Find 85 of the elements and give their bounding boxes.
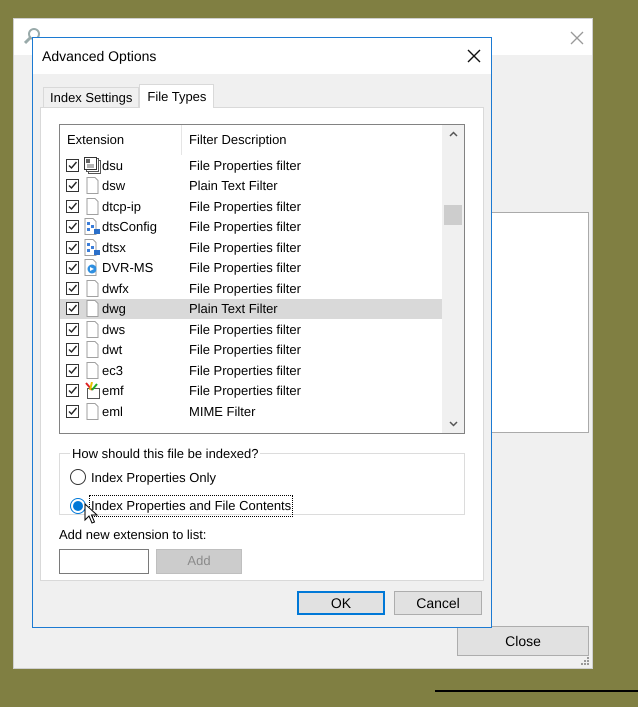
table-row[interactable]: dtsx File Properties filter	[60, 237, 442, 258]
tab[interactable]: File Types	[139, 84, 214, 108]
table-cell-text: File Properties filter	[188, 382, 301, 400]
table-cell-text: File Properties filter	[188, 362, 301, 380]
config-file-icon	[84, 218, 101, 236]
config-file-icon	[84, 238, 101, 256]
dialog-button[interactable]: Cancel	[394, 591, 482, 615]
table-cell-text: dsw	[102, 177, 126, 195]
dialog-button[interactable]: OK	[297, 591, 385, 615]
table-cell-text: dwt	[102, 341, 122, 359]
extension-field[interactable]	[59, 548, 149, 574]
checkbox[interactable]	[66, 220, 79, 234]
stacked-pages-icon	[84, 156, 101, 174]
table-cell-text: File Properties filter	[188, 218, 301, 236]
table-cell-text: File Properties filter	[188, 341, 301, 359]
checkbox[interactable]	[66, 404, 79, 418]
table-cell-text: Plain Text Filter	[188, 177, 278, 195]
table-cell-text: dtsConfig	[102, 218, 157, 236]
checkbox[interactable]	[66, 261, 79, 274]
close-icon[interactable]	[467, 49, 481, 63]
document-icon	[86, 177, 99, 194]
table-row[interactable]: ec3 File Properties filter	[60, 360, 442, 380]
radio-label[interactable]: Index Properties Only	[89, 468, 218, 487]
table-cell-text: dtcp-ip	[102, 198, 142, 216]
radio-button[interactable]	[70, 469, 86, 486]
document-icon	[86, 402, 99, 420]
field-label: Add new extension to list:	[59, 526, 208, 544]
resize-grip-icon[interactable]	[580, 656, 590, 666]
table-cell-text: File Properties filter	[188, 320, 301, 339]
table-cell-text: DVR-MS	[102, 259, 154, 277]
table-cell-text: dws	[102, 320, 126, 338]
table-cell-text: dtsx	[102, 238, 126, 256]
checkbox[interactable]	[66, 322, 79, 336]
table-row[interactable]: dsw Plain Text Filter	[60, 176, 442, 196]
scroll-down-icon[interactable]	[448, 421, 458, 427]
tab[interactable]: Index Settings	[43, 87, 140, 107]
table-row[interactable]: dwg Plain Text Filter	[60, 298, 442, 319]
table-cell-text: File Properties filter	[188, 198, 301, 216]
checkbox[interactable]	[66, 302, 79, 316]
checkbox[interactable]	[66, 179, 79, 192]
magnifier-icon	[24, 27, 42, 45]
checkbox[interactable]	[66, 343, 79, 356]
table-cell-text: eml	[102, 402, 123, 420]
checkbox[interactable]	[66, 364, 79, 377]
scrollbar-thumb[interactable]	[444, 205, 462, 225]
document-icon	[86, 280, 99, 297]
table-cell-text: File Properties filter	[188, 238, 301, 257]
table-row[interactable]: dtsConfig File Properties filter	[60, 216, 442, 237]
table-cell-text: File Properties filter	[188, 259, 301, 277]
document-icon	[86, 320, 99, 338]
column-header[interactable]: Filter Description	[182, 130, 287, 150]
scrollbar[interactable]	[442, 125, 464, 433]
table-row[interactable]: eml MIME Filter	[60, 401, 442, 422]
paint-file-icon	[84, 382, 101, 400]
table-cell-text: File Properties filter	[188, 156, 301, 175]
table-cell-text: MIME Filter	[188, 402, 256, 420]
table-row[interactable]: dtcp-ip File Properties filter	[60, 196, 442, 216]
document-icon	[86, 300, 99, 318]
table-cell-text: dsu	[102, 156, 123, 174]
scroll-up-icon[interactable]	[448, 131, 458, 137]
column-header[interactable]: Extension	[60, 125, 182, 155]
table-row[interactable]: dws File Properties filter	[60, 319, 442, 340]
table-cell-text: ec3	[102, 362, 123, 380]
table-row[interactable]: dwfx File Properties filter	[60, 278, 442, 298]
checkbox[interactable]	[66, 240, 79, 254]
radio-button[interactable]	[70, 498, 86, 514]
document-icon	[86, 362, 99, 379]
group-label: How should this file be indexed?	[71, 445, 260, 463]
checkbox[interactable]	[66, 200, 79, 213]
dialog-title: Advanced Options	[42, 46, 156, 66]
table-row[interactable]: DVR-MS File Properties filter	[60, 258, 442, 278]
table-cell-text: File Properties filter	[188, 280, 301, 298]
table-row[interactable]: dsu File Properties filter	[60, 155, 442, 176]
table-cell-text: dwfx	[102, 280, 129, 298]
table-cell-text: dwg	[102, 300, 126, 318]
checkbox[interactable]	[66, 384, 79, 398]
table-cell-text: Plain Text Filter	[188, 300, 278, 318]
checkbox[interactable]	[66, 158, 79, 172]
table-cell-text: emf	[102, 382, 124, 400]
document-icon	[86, 198, 99, 215]
close-button[interactable]: Close	[457, 626, 589, 656]
document-icon	[86, 341, 99, 358]
checkbox[interactable]	[66, 282, 79, 295]
table-row[interactable]: dwt File Properties filter	[60, 340, 442, 360]
table-row[interactable]: emf File Properties filter	[60, 380, 442, 401]
